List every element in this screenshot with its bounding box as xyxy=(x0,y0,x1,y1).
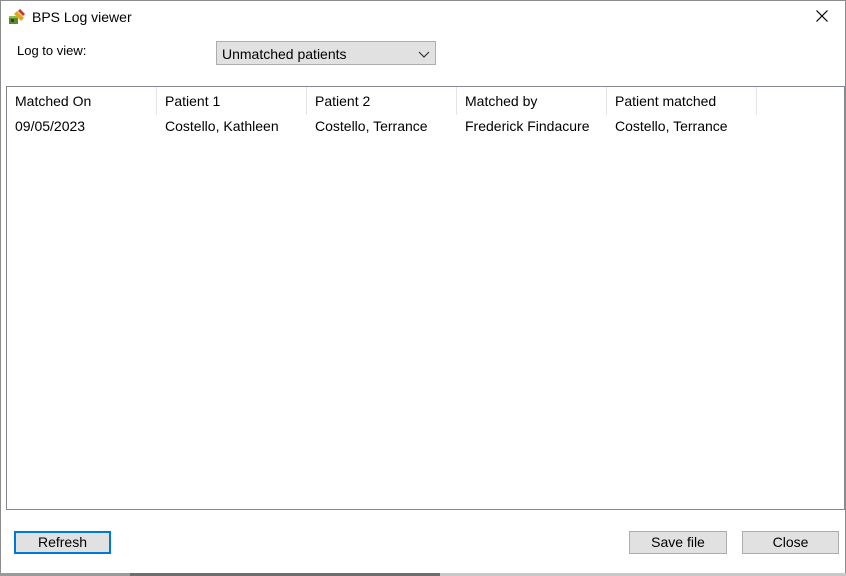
title-bar: BPS Log viewer xyxy=(1,1,845,33)
window-title: BPS Log viewer xyxy=(32,9,132,25)
column-header-patient-matched[interactable]: Patient matched xyxy=(607,87,757,115)
window-close-button[interactable] xyxy=(799,1,845,33)
log-select[interactable]: Unmatched patients xyxy=(216,41,436,65)
list-header: Matched On Patient 1 Patient 2 Matched b… xyxy=(7,87,844,115)
cell-patient-matched: Costello, Terrance xyxy=(615,118,728,134)
log-select-value: Unmatched patients xyxy=(222,46,347,62)
bps-app-icon xyxy=(8,8,26,26)
column-header-matched-by[interactable]: Matched by xyxy=(457,87,607,115)
column-header-patient-2[interactable]: Patient 2 xyxy=(307,87,457,115)
save-file-button[interactable]: Save file xyxy=(629,531,727,554)
column-header-patient-1[interactable]: Patient 1 xyxy=(157,87,307,115)
cell-matched-on: 09/05/2023 xyxy=(15,118,86,134)
log-to-view-label: Log to view: xyxy=(17,43,87,58)
refresh-button[interactable]: Refresh xyxy=(14,531,111,554)
close-button[interactable]: Close xyxy=(742,531,839,554)
table-row[interactable]: 09/05/2023 Costello, Kathleen Costello, … xyxy=(7,115,844,137)
cell-patient-1: Costello, Kathleen xyxy=(165,118,279,134)
log-list-view[interactable]: Matched On Patient 1 Patient 2 Matched b… xyxy=(6,86,845,510)
column-header-matched-on[interactable]: Matched On xyxy=(7,87,157,115)
log-viewer-window: BPS Log viewer Log to view: Unmatched pa… xyxy=(0,0,846,576)
cell-patient-2: Costello, Terrance xyxy=(315,118,428,134)
cell-matched-by: Frederick Findacure xyxy=(465,118,590,134)
close-icon xyxy=(816,9,828,25)
chevron-down-icon xyxy=(418,47,430,59)
